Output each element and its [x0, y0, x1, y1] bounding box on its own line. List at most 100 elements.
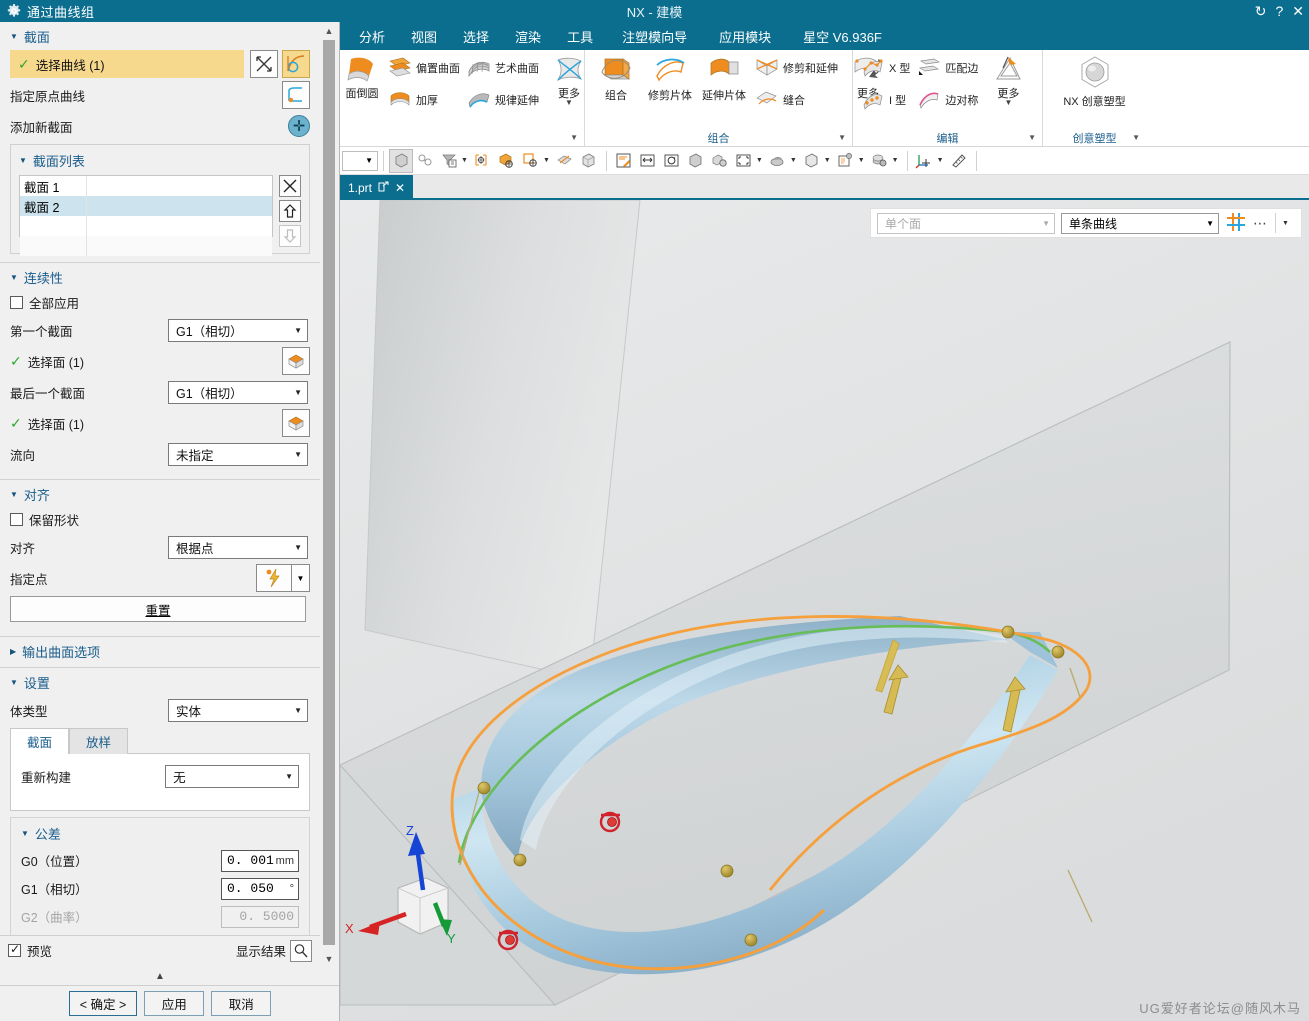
section-header-continuity[interactable]: ▼ 连续性	[0, 263, 320, 291]
more-dots-icon[interactable]: ⋯	[1253, 215, 1269, 232]
rotate-view-icon[interactable]	[660, 149, 684, 173]
section-header-output-surface-options[interactable]: ▶ 输出曲面选项	[0, 637, 320, 665]
visibility-icon[interactable]	[708, 149, 732, 173]
ribbon-item-i-form[interactable]: I 型	[857, 84, 913, 116]
curve-rule-button[interactable]	[282, 50, 310, 78]
tolerance-g1-input[interactable]: 0. 050 °	[221, 877, 299, 900]
document-tab-1prt[interactable]: 1.prt ✕	[340, 175, 414, 200]
scrollbar-thumb[interactable]	[323, 40, 335, 945]
ribbon-item-nx-realize-shape[interactable]: NX 创意塑型	[1047, 52, 1143, 110]
layer-settings-icon[interactable]	[834, 149, 858, 173]
ribbon-item-trim-and-extend[interactable]: 修剪和延伸	[751, 52, 841, 84]
ribbon-item-thicken[interactable]: 加厚	[384, 84, 463, 116]
chevron-down-icon[interactable]: ▼	[858, 157, 865, 164]
move-down-button[interactable]	[279, 225, 301, 247]
ribbon-item-law-extension[interactable]: 规律延伸	[463, 84, 542, 116]
preserve-shape-checkbox[interactable]: 保留形状	[10, 510, 79, 529]
wcs-move-icon[interactable]	[913, 149, 937, 173]
tab-loft[interactable]: 放样	[69, 728, 129, 754]
wcs-orient-icon[interactable]	[471, 149, 495, 173]
tab-cross-section[interactable]: 截面	[10, 728, 70, 754]
filter-list-icon[interactable]	[437, 149, 461, 173]
chevron-down-icon[interactable]: ▼	[565, 99, 573, 107]
feature-group-icon[interactable]	[413, 149, 437, 173]
ribbon-item-x-form[interactable]: X 型	[857, 52, 913, 84]
section-header-alignment[interactable]: ▼ 对齐	[0, 480, 320, 508]
section-header-tolerance[interactable]: ▼ 公差	[21, 824, 299, 848]
list-item[interactable]: 截面 2	[20, 196, 272, 216]
point-construct-icon[interactable]	[519, 149, 543, 173]
last-section-dropdown[interactable]: G1（相切） ▼	[168, 380, 308, 404]
render-style-icon[interactable]	[766, 149, 790, 173]
specify-origin-curve-button[interactable]	[282, 81, 310, 109]
curve-filter-dropdown[interactable]: 单条曲线 ▼	[1061, 212, 1219, 234]
ribbon-item-art-surface[interactable]: 艺术曲面	[463, 52, 542, 84]
ribbon-tab-applications[interactable]: 应用模块	[703, 24, 787, 49]
ribbon-item-sew[interactable]: 缝合	[751, 84, 841, 116]
show-result-button[interactable]	[290, 939, 312, 962]
section-view-icon[interactable]	[553, 149, 577, 173]
close-icon[interactable]: ✕	[1292, 4, 1304, 18]
apply-button[interactable]: 应用	[144, 991, 205, 1016]
dialog-scrollbar[interactable]: ▲ ▼	[321, 22, 337, 967]
first-select-face-button[interactable]	[282, 347, 310, 375]
select-curve-field[interactable]: ✓ 选择曲线 (1)	[10, 50, 244, 78]
measure-icon[interactable]	[947, 149, 971, 173]
align-dropdown[interactable]: 根据点 ▼	[168, 535, 308, 559]
ok-button[interactable]: < 确定 >	[68, 991, 138, 1016]
box-view-icon[interactable]	[800, 149, 824, 173]
fit-window-icon[interactable]	[732, 149, 756, 173]
add-new-set-button[interactable]: ✛	[288, 115, 310, 137]
section-list[interactable]: 截面 1 截面 2	[19, 175, 273, 256]
scroll-up-arrow[interactable]: ▲	[321, 22, 337, 39]
chevron-down-icon[interactable]: ▼	[937, 157, 944, 164]
reset-icon[interactable]: ↻	[1255, 4, 1267, 18]
section-header-list[interactable]: ▼ 截面列表	[19, 151, 301, 175]
ribbon-tab-mold-wizard[interactable]: 注塑模向导	[606, 24, 703, 49]
fit-width-icon[interactable]	[636, 149, 660, 173]
ribbon-item-offset-surface[interactable]: 偏置曲面	[384, 52, 463, 84]
view-style-dropdown[interactable]: ▼	[342, 150, 378, 171]
chevron-down-icon[interactable]: ▼	[570, 133, 578, 142]
reset-button[interactable]: 重置	[10, 596, 306, 622]
scroll-down-arrow[interactable]: ▼	[321, 950, 337, 967]
body-type-dropdown[interactable]: 实体 ▼	[168, 698, 308, 722]
graphics-viewport[interactable]: Z X Y 单个面 ▼ 单条曲线 ▼ ⋯ ▼ UG爱好者论坛@随风木马	[340, 200, 1309, 1021]
chevron-down-icon[interactable]: ▼	[543, 157, 550, 164]
shade-style-icon[interactable]	[684, 149, 708, 173]
chevron-down-icon[interactable]: ▼	[1132, 133, 1140, 142]
section-header-settings[interactable]: ▼ 设置	[0, 668, 320, 696]
flow-direction-dropdown[interactable]: 未指定 ▼	[168, 442, 308, 466]
solid-body-icon[interactable]	[389, 148, 413, 173]
chevron-down-icon[interactable]: ▼	[838, 133, 846, 142]
help-icon[interactable]: ?	[1275, 4, 1283, 18]
specify-point-button[interactable]	[256, 564, 292, 592]
chevron-down-icon[interactable]: ▼	[892, 157, 899, 164]
detach-icon[interactable]	[378, 181, 389, 195]
move-up-button[interactable]	[279, 200, 301, 222]
ribbon-tab-xingkong[interactable]: 星空 V6.936F	[787, 24, 898, 49]
reverse-direction-button[interactable]	[250, 50, 278, 78]
chevron-down-icon[interactable]: ▼	[824, 157, 831, 164]
object-display-icon[interactable]	[868, 149, 892, 173]
section-header-cross-section[interactable]: ▼ 截面	[0, 22, 320, 50]
face-filter-dropdown[interactable]: 单个面 ▼	[877, 212, 1055, 234]
specify-point-dropdown[interactable]: ▼	[292, 564, 310, 592]
first-section-dropdown[interactable]: G1（相切） ▼	[168, 318, 308, 342]
ribbon-tab-view[interactable]: 视图	[398, 24, 450, 49]
rebuild-dropdown[interactable]: 无 ▼	[165, 764, 299, 788]
collapse-dialog-handle[interactable]: ▲	[0, 967, 320, 985]
list-item[interactable]: 截面 1	[20, 176, 272, 196]
ribbon-item-face-blend[interactable]: 面倒圆	[340, 52, 384, 102]
ribbon-tab-render[interactable]: 渲染	[502, 24, 554, 49]
ribbon-tab-analysis[interactable]: 分析	[346, 24, 398, 49]
cancel-button[interactable]: 取消	[211, 991, 272, 1016]
ribbon-tab-tools[interactable]: 工具	[554, 24, 606, 49]
datum-csys-icon[interactable]	[495, 149, 519, 173]
ribbon-item-match-edge[interactable]: 匹配边	[913, 52, 981, 84]
snap-point-icon[interactable]	[1225, 211, 1247, 236]
remove-item-button[interactable]	[279, 175, 301, 197]
ribbon-item-extend-sheet[interactable]: 延伸片体	[697, 52, 751, 104]
chevron-down-icon[interactable]: ▼	[1004, 99, 1012, 107]
ribbon-item-more-edit[interactable]: 更多 ▼	[981, 52, 1035, 108]
